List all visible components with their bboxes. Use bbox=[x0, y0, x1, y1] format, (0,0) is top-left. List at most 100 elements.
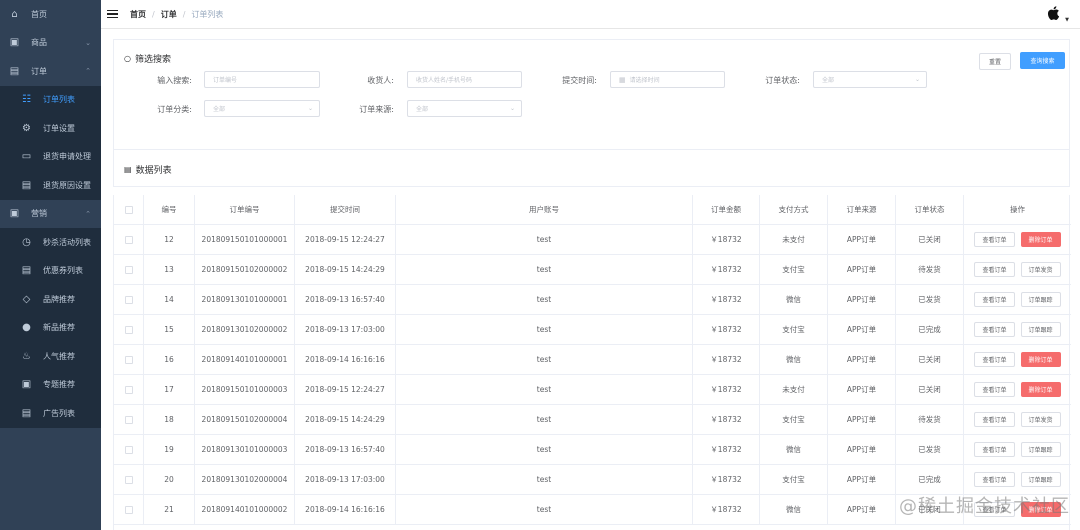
cell-amount: ￥18732 bbox=[693, 225, 760, 254]
product-icon: ▣ bbox=[9, 37, 20, 49]
cell-amount: ￥18732 bbox=[693, 315, 760, 344]
cell-amount: ￥18732 bbox=[693, 345, 760, 374]
reset-button[interactable]: 重置 bbox=[979, 53, 1011, 70]
cell-time: 2018-09-13 16:57:40 bbox=[295, 285, 396, 314]
row-checkbox[interactable] bbox=[124, 385, 133, 394]
table-row: 17 201809150101000003 2018-09-15 12:24:27 t… bbox=[114, 375, 1071, 405]
breadcrumb-order[interactable]: 订单 bbox=[161, 9, 177, 20]
delete-order-button[interactable]: 删除订单 bbox=[1020, 352, 1061, 367]
order-icon: ▤ bbox=[9, 65, 20, 77]
delete-order-button[interactable]: 删除订单 bbox=[1020, 382, 1061, 397]
view-order-button[interactable]: 查看订单 bbox=[974, 382, 1015, 397]
hamburger-menu-icon[interactable] bbox=[107, 9, 118, 19]
header-cell: 订单来源 bbox=[828, 195, 896, 224]
order-action-button[interactable]: 订单发货 bbox=[1020, 412, 1061, 427]
row-checkbox[interactable] bbox=[124, 295, 133, 304]
receiver-input[interactable]: 收货人姓名/手机号码 bbox=[407, 71, 522, 88]
sidebar-item-new[interactable]: ● 新品推荐 bbox=[0, 314, 101, 343]
sidebar-item-label: 新品推荐 bbox=[43, 323, 75, 333]
header-cell: 支付方式 bbox=[760, 195, 828, 224]
view-order-button[interactable]: 查看订单 bbox=[974, 442, 1015, 457]
topic-icon: ▣ bbox=[21, 379, 32, 391]
cell-pay: 微信 bbox=[760, 345, 828, 374]
sidebar-item-order-list[interactable]: ☷ 订单列表 bbox=[0, 86, 101, 115]
sidebar-item-brand[interactable]: ◇ 品牌推荐 bbox=[0, 285, 101, 314]
row-checkbox[interactable] bbox=[124, 475, 133, 484]
row-checkbox[interactable] bbox=[124, 235, 133, 244]
view-order-button[interactable]: 查看订单 bbox=[974, 232, 1015, 247]
order-action-button[interactable]: 订单跟踪 bbox=[1020, 442, 1061, 457]
cell-id: 19 bbox=[144, 435, 195, 464]
cell-pay: 支付宝 bbox=[760, 465, 828, 494]
gear-icon: ⚙ bbox=[22, 122, 31, 134]
breadcrumb-home[interactable]: 首页 bbox=[130, 9, 146, 20]
sidebar-item-hot[interactable]: ♨ 人气推荐 bbox=[0, 342, 101, 371]
status-select[interactable]: 全部 ⌄ bbox=[813, 71, 927, 88]
actions-cell: 查看订单 删除订单 bbox=[964, 345, 1071, 374]
actions-cell: 查看订单 删除订单 bbox=[964, 375, 1071, 404]
cell-time: 2018-09-14 16:16:16 bbox=[295, 495, 396, 524]
sidebar-item-label: 订单 bbox=[31, 66, 47, 76]
home-icon: ⌂ bbox=[11, 8, 18, 20]
select-all-checkbox[interactable] bbox=[124, 205, 133, 214]
order-action-button[interactable]: 订单发货 bbox=[1020, 262, 1061, 277]
row-checkbox[interactable] bbox=[124, 505, 133, 514]
row-checkbox[interactable] bbox=[124, 325, 133, 334]
sidebar-item-flash[interactable]: ◷ 秒杀活动列表 bbox=[0, 228, 101, 257]
cell-time: 2018-09-15 12:24:27 bbox=[295, 375, 396, 404]
cell-pay: 微信 bbox=[760, 435, 828, 464]
cell-sn: 201809140101000002 bbox=[195, 495, 295, 524]
delete-order-button[interactable]: 删除订单 bbox=[1020, 232, 1061, 247]
sidebar-item-return-apply[interactable]: ▭ 退货申请处理 bbox=[0, 143, 101, 172]
table-row: 20 201809130102000004 2018-09-13 17:03:00 t… bbox=[114, 465, 1071, 495]
sidebar-item-marketing[interactable]: ▣ 营销 ⌃ bbox=[0, 200, 101, 229]
cell-amount: ￥18732 bbox=[693, 375, 760, 404]
calendar-icon: ▦ bbox=[619, 75, 626, 84]
new-icon: ● bbox=[22, 322, 31, 334]
breadcrumb: 首页 / 订单 / 订单列表 bbox=[130, 9, 224, 20]
view-order-button[interactable]: 查看订单 bbox=[974, 292, 1015, 307]
cell-pay: 微信 bbox=[760, 495, 828, 524]
apple-avatar-icon[interactable] bbox=[1046, 5, 1060, 21]
source-select[interactable]: 全部 ⌄ bbox=[407, 100, 522, 117]
data-list-card: ▤ 数据列表 bbox=[113, 149, 1070, 187]
sidebar-item-coupon[interactable]: ▤ 优惠券列表 bbox=[0, 257, 101, 286]
caret-down-icon[interactable]: ▼ bbox=[1065, 17, 1069, 23]
sidebar-item-product[interactable]: ▣ 商品 ⌄ bbox=[0, 29, 101, 58]
view-order-button[interactable]: 查看订单 bbox=[974, 262, 1015, 277]
view-order-button[interactable]: 查看订单 bbox=[974, 352, 1015, 367]
cell-time: 2018-09-15 12:24:27 bbox=[295, 225, 396, 254]
row-checkbox[interactable] bbox=[124, 265, 133, 274]
sidebar-item-order-settings[interactable]: ⚙ 订单设置 bbox=[0, 114, 101, 143]
actions-cell: 查看订单 订单跟踪 bbox=[964, 285, 1071, 314]
chevron-down-icon: ⌄ bbox=[85, 38, 91, 47]
sidebar-item-ad[interactable]: ▤ 广告列表 bbox=[0, 399, 101, 428]
order-action-button[interactable]: 订单跟踪 bbox=[1020, 472, 1061, 487]
sidebar-item-home[interactable]: ⌂ 首页 bbox=[0, 0, 101, 29]
search-button[interactable]: 查询搜索 bbox=[1020, 52, 1065, 69]
sidebar-item-order[interactable]: ▤ 订单 ⌃ bbox=[0, 57, 101, 86]
cell-source: APP订单 bbox=[828, 465, 896, 494]
cell-source: APP订单 bbox=[828, 405, 896, 434]
view-order-button[interactable]: 查看订单 bbox=[974, 322, 1015, 337]
row-checkbox[interactable] bbox=[124, 415, 133, 424]
order-action-button[interactable]: 订单跟踪 bbox=[1020, 322, 1061, 337]
cell-sn: 201809150101000001 bbox=[195, 225, 295, 254]
view-order-button[interactable]: 查看订单 bbox=[974, 412, 1015, 427]
type-select[interactable]: 全部 ⌄ bbox=[204, 100, 320, 117]
sidebar-item-topic[interactable]: ▣ 专题推荐 bbox=[0, 371, 101, 400]
cell-amount: ￥18732 bbox=[693, 495, 760, 524]
actions-cell: 查看订单 订单跟踪 bbox=[964, 465, 1071, 494]
sidebar-item-return-reason[interactable]: ▤ 退货原因设置 bbox=[0, 171, 101, 200]
order-action-button[interactable]: 订单跟踪 bbox=[1020, 292, 1061, 307]
time-picker[interactable]: ▦ 请选择时间 bbox=[610, 71, 725, 88]
row-checkbox[interactable] bbox=[124, 445, 133, 454]
coupon-icon: ▤ bbox=[21, 265, 32, 277]
table-row: 18 201809150102000004 2018-09-15 14:24:29 t… bbox=[114, 405, 1071, 435]
keyword-input[interactable]: 订单编号 bbox=[204, 71, 320, 88]
cell-sn: 201809150102000004 bbox=[195, 405, 295, 434]
status-label: 订单状态: bbox=[765, 76, 800, 85]
view-order-button[interactable]: 查看订单 bbox=[974, 472, 1015, 487]
select-cell bbox=[114, 465, 144, 494]
row-checkbox[interactable] bbox=[124, 355, 133, 364]
